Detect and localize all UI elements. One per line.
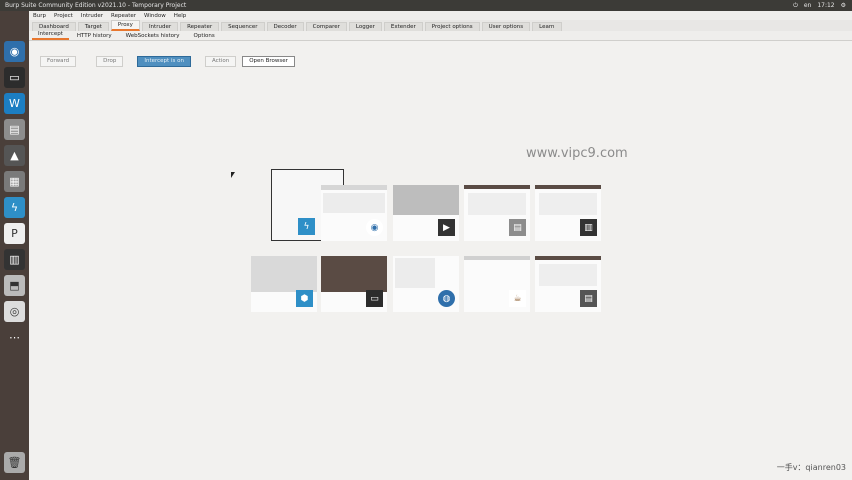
clock[interactable]: 17:12 bbox=[817, 2, 834, 9]
drop-button[interactable]: Drop bbox=[96, 56, 124, 67]
burp-icon[interactable]: ϟ bbox=[4, 197, 25, 218]
tab-sequencer[interactable]: Sequencer bbox=[221, 22, 265, 31]
terminal-icon: ▭ bbox=[366, 290, 383, 307]
language-indicator[interactable]: en bbox=[804, 2, 812, 9]
hex-app-icon: ⬢ bbox=[296, 290, 313, 307]
thumb-pane bbox=[535, 185, 601, 189]
thumb-pane bbox=[251, 256, 317, 292]
window-thumbnail-player[interactable]: ▶ bbox=[393, 185, 459, 241]
tab-comparer[interactable]: Comparer bbox=[305, 22, 347, 31]
subtab-http-history[interactable]: HTTP history bbox=[71, 32, 118, 40]
menu-window[interactable]: Window bbox=[144, 13, 166, 19]
footer-note: 一手v：qianren03 bbox=[776, 463, 846, 472]
watermark-text: www.vipc9.com bbox=[526, 146, 628, 161]
tab-extender[interactable]: Extender bbox=[383, 22, 423, 31]
folder-icon: ▤ bbox=[580, 290, 597, 307]
thumb-pane bbox=[539, 193, 597, 215]
window-thumbnail-files[interactable]: ▤ bbox=[464, 185, 530, 241]
mouse-cursor-icon bbox=[231, 172, 235, 178]
player-icon: ▶ bbox=[438, 219, 455, 236]
window-thumbnail-firefox[interactable]: ◍ bbox=[393, 256, 459, 312]
firefox-icon: ◍ bbox=[438, 290, 455, 307]
thumb-pane bbox=[535, 256, 601, 260]
window-title: Burp Suite Community Edition v2021.10 - … bbox=[5, 2, 187, 9]
usb-icon[interactable]: ⬒ bbox=[4, 275, 25, 296]
thumb-pane bbox=[468, 193, 526, 215]
window-thumbnail-inkscape[interactable]: ⬢ bbox=[251, 256, 317, 312]
thumb-pane bbox=[321, 185, 387, 190]
window-thumbnail-chrome[interactable]: ◉ bbox=[321, 185, 387, 241]
p-icon[interactable]: P bbox=[4, 223, 25, 244]
menu-intruder[interactable]: Intruder bbox=[81, 13, 103, 19]
menu-repeater[interactable]: Repeater bbox=[111, 13, 136, 19]
window-thumbnail-java[interactable]: ☕ bbox=[464, 256, 530, 312]
window-thumbnail-terminal[interactable]: ▭ bbox=[321, 256, 387, 312]
wps-icon[interactable]: W bbox=[4, 93, 25, 114]
intercept-toggle-button[interactable]: Intercept is on bbox=[137, 56, 191, 67]
menu-bar: Burp Project Intruder Repeater Window He… bbox=[29, 11, 852, 20]
tab-intruder[interactable]: Intruder bbox=[141, 22, 179, 31]
folder-icon: ▤ bbox=[509, 219, 526, 236]
thumb-pane bbox=[321, 256, 387, 292]
inkscape-icon[interactable]: ▲ bbox=[4, 145, 25, 166]
launcher: ◉ ▭ W ▤ ▲ ▦ ϟ P ▥ ⬒ ◎ ⋯ 🗑 bbox=[0, 11, 29, 480]
proxy-subtabs: Intercept HTTP history WebSockets histor… bbox=[29, 31, 852, 41]
settings-icon[interactable]: ⚙ bbox=[841, 2, 846, 9]
menu-burp[interactable]: Burp bbox=[33, 13, 46, 19]
power-icon[interactable]: ⏻ bbox=[793, 2, 798, 10]
tab-learn[interactable]: Learn bbox=[532, 22, 562, 31]
dvd-icon[interactable]: ◎ bbox=[4, 301, 25, 322]
action-button[interactable]: Action bbox=[204, 56, 237, 67]
tab-target[interactable]: Target bbox=[77, 22, 109, 31]
window-thumbnail-video[interactable]: ▥ bbox=[535, 185, 601, 241]
tab-proxy[interactable]: Proxy bbox=[110, 20, 140, 31]
chrome-icon: ◉ bbox=[366, 219, 383, 236]
burp-icon: ϟ bbox=[298, 218, 315, 235]
window-thumbnail-files-2[interactable]: ▤ bbox=[535, 256, 601, 312]
tab-repeater[interactable]: Repeater bbox=[180, 22, 220, 31]
forward-button[interactable]: Forward bbox=[40, 56, 77, 67]
thumb-pane bbox=[539, 264, 597, 286]
thumb-pane bbox=[464, 256, 530, 260]
disk-icon[interactable]: ▦ bbox=[4, 171, 25, 192]
java-cup-icon: ☕ bbox=[509, 290, 526, 307]
trash-icon[interactable]: 🗑 bbox=[4, 452, 25, 473]
system-tray[interactable]: ⏻ en 17:12 ⚙ bbox=[793, 1, 846, 10]
ubuntu-icon[interactable]: ◉ bbox=[4, 41, 25, 62]
thumb-pane bbox=[464, 185, 530, 189]
top-panel: Burp Suite Community Edition v2021.10 - … bbox=[0, 0, 852, 11]
tab-logger[interactable]: Logger bbox=[348, 22, 382, 31]
tab-user-options[interactable]: User options bbox=[481, 22, 531, 31]
menu-project[interactable]: Project bbox=[54, 13, 73, 19]
tab-decoder[interactable]: Decoder bbox=[266, 22, 304, 31]
folder-icon[interactable]: ▤ bbox=[4, 119, 25, 140]
more-icon[interactable]: ⋯ bbox=[4, 327, 25, 348]
tab-project-options[interactable]: Project options bbox=[424, 22, 480, 31]
thumb-pane bbox=[323, 193, 385, 213]
terminal-icon[interactable]: ▭ bbox=[4, 67, 25, 88]
menu-help[interactable]: Help bbox=[174, 13, 187, 19]
clapper-icon[interactable]: ▥ bbox=[4, 249, 25, 270]
subtab-options[interactable]: Options bbox=[188, 32, 221, 40]
open-browser-button[interactable]: Open Browser bbox=[242, 56, 295, 67]
intercept-toolbar: Forward Drop Intercept is on Action Open… bbox=[40, 56, 295, 67]
subtab-websockets-history[interactable]: WebSockets history bbox=[120, 32, 186, 40]
clapper-icon: ▥ bbox=[580, 219, 597, 236]
subtab-intercept[interactable]: Intercept bbox=[32, 30, 69, 40]
thumb-pane bbox=[395, 258, 435, 288]
thumb-pane bbox=[393, 185, 459, 215]
